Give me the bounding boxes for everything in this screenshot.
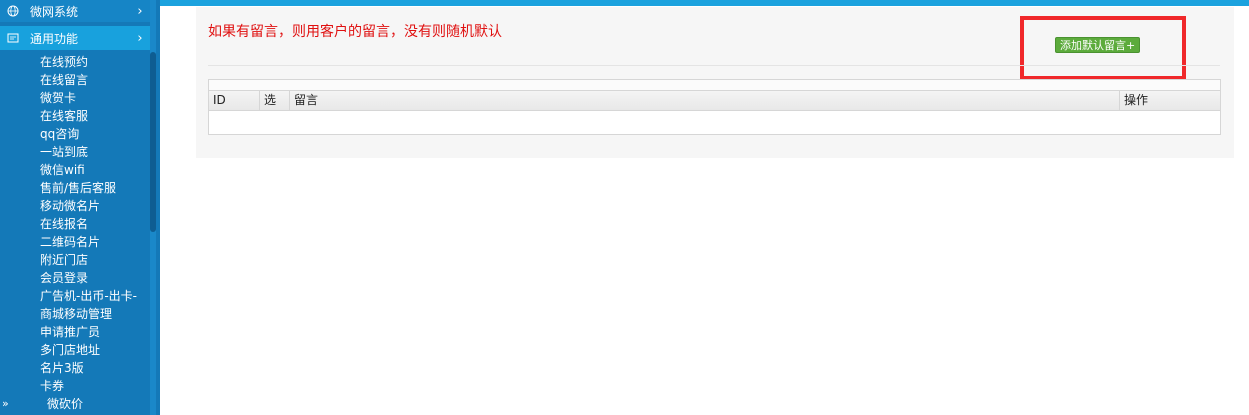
sidebar-item[interactable]: 在线客服: [0, 107, 150, 125]
column-header-message: 留言: [290, 91, 1120, 110]
sidebar-item[interactable]: 商城移动管理: [0, 305, 150, 323]
sidebar-item[interactable]: 多门店地址: [0, 341, 150, 359]
sidebar-item[interactable]: 附近门店: [0, 251, 150, 269]
column-header-select: 选: [260, 91, 290, 110]
sidebar-item[interactable]: 在线预约: [0, 53, 150, 71]
message-table: ID 选 留言 操作: [208, 79, 1221, 135]
table-toolbar: [209, 80, 1220, 90]
sidebar-item[interactable]: 广告机-出币-出卡-: [0, 287, 150, 305]
globe-icon: [6, 4, 20, 18]
sidebar-item[interactable]: 二维码名片: [0, 233, 150, 251]
sidebar-item[interactable]: 在线留言: [0, 71, 150, 89]
sidebar-category-weiwang[interactable]: 微网系统 ›: [0, 0, 150, 22]
sidebar-item[interactable]: 移动微名片: [0, 197, 150, 215]
sidebar-scrollbar-thumb[interactable]: [150, 52, 156, 232]
top-bar: [160, 0, 1249, 6]
sidebar-item[interactable]: 在线报名: [0, 215, 150, 233]
sidebar: 微网系统 › 通用功能 › 在线预约 在线留言 微贺卡 在线客服 qq咨询 一站…: [0, 0, 160, 415]
sidebar-item[interactable]: 申请推广员: [0, 323, 150, 341]
sidebar-item[interactable]: 微砍价: [0, 395, 150, 413]
sidebar-item[interactable]: 微信wifi: [0, 161, 150, 179]
sidebar-item[interactable]: 微贺卡: [0, 89, 150, 107]
sidebar-item[interactable]: 名片3版: [0, 359, 150, 377]
sidebar-item[interactable]: qq咨询: [0, 125, 150, 143]
sidebar-collapse-icon[interactable]: »: [2, 397, 9, 410]
sidebar-category-label: 通用功能: [30, 31, 79, 46]
table-header: ID 选 留言 操作: [209, 90, 1220, 111]
column-header-id: ID: [209, 91, 260, 110]
sidebar-item[interactable]: 卡券: [0, 377, 150, 395]
sidebar-item[interactable]: 会员登录: [0, 269, 150, 287]
sidebar-item[interactable]: 售前/售后客服: [0, 179, 150, 197]
main-panel: 如果有留言，则用客户的留言，没有则随机默认 添加默认留言+ ID 选 留言 操作: [196, 7, 1234, 158]
add-default-message-button[interactable]: 添加默认留言+: [1055, 37, 1141, 53]
sidebar-item[interactable]: 一站到底: [0, 143, 150, 161]
sidebar-category-general[interactable]: 通用功能 ›: [0, 26, 150, 50]
settings-icon: [6, 31, 20, 45]
sidebar-submenu: 在线预约 在线留言 微贺卡 在线客服 qq咨询 一站到底 微信wifi 售前/售…: [0, 53, 150, 413]
notice-text: 如果有留言，则用客户的留言，没有则随机默认: [208, 24, 502, 40]
column-header-actions: 操作: [1124, 93, 1149, 107]
chevron-right-icon: ›: [137, 30, 143, 46]
divider: [208, 65, 1220, 66]
sidebar-category-label: 微网系统: [30, 4, 79, 19]
chevron-right-icon: ›: [137, 3, 143, 19]
